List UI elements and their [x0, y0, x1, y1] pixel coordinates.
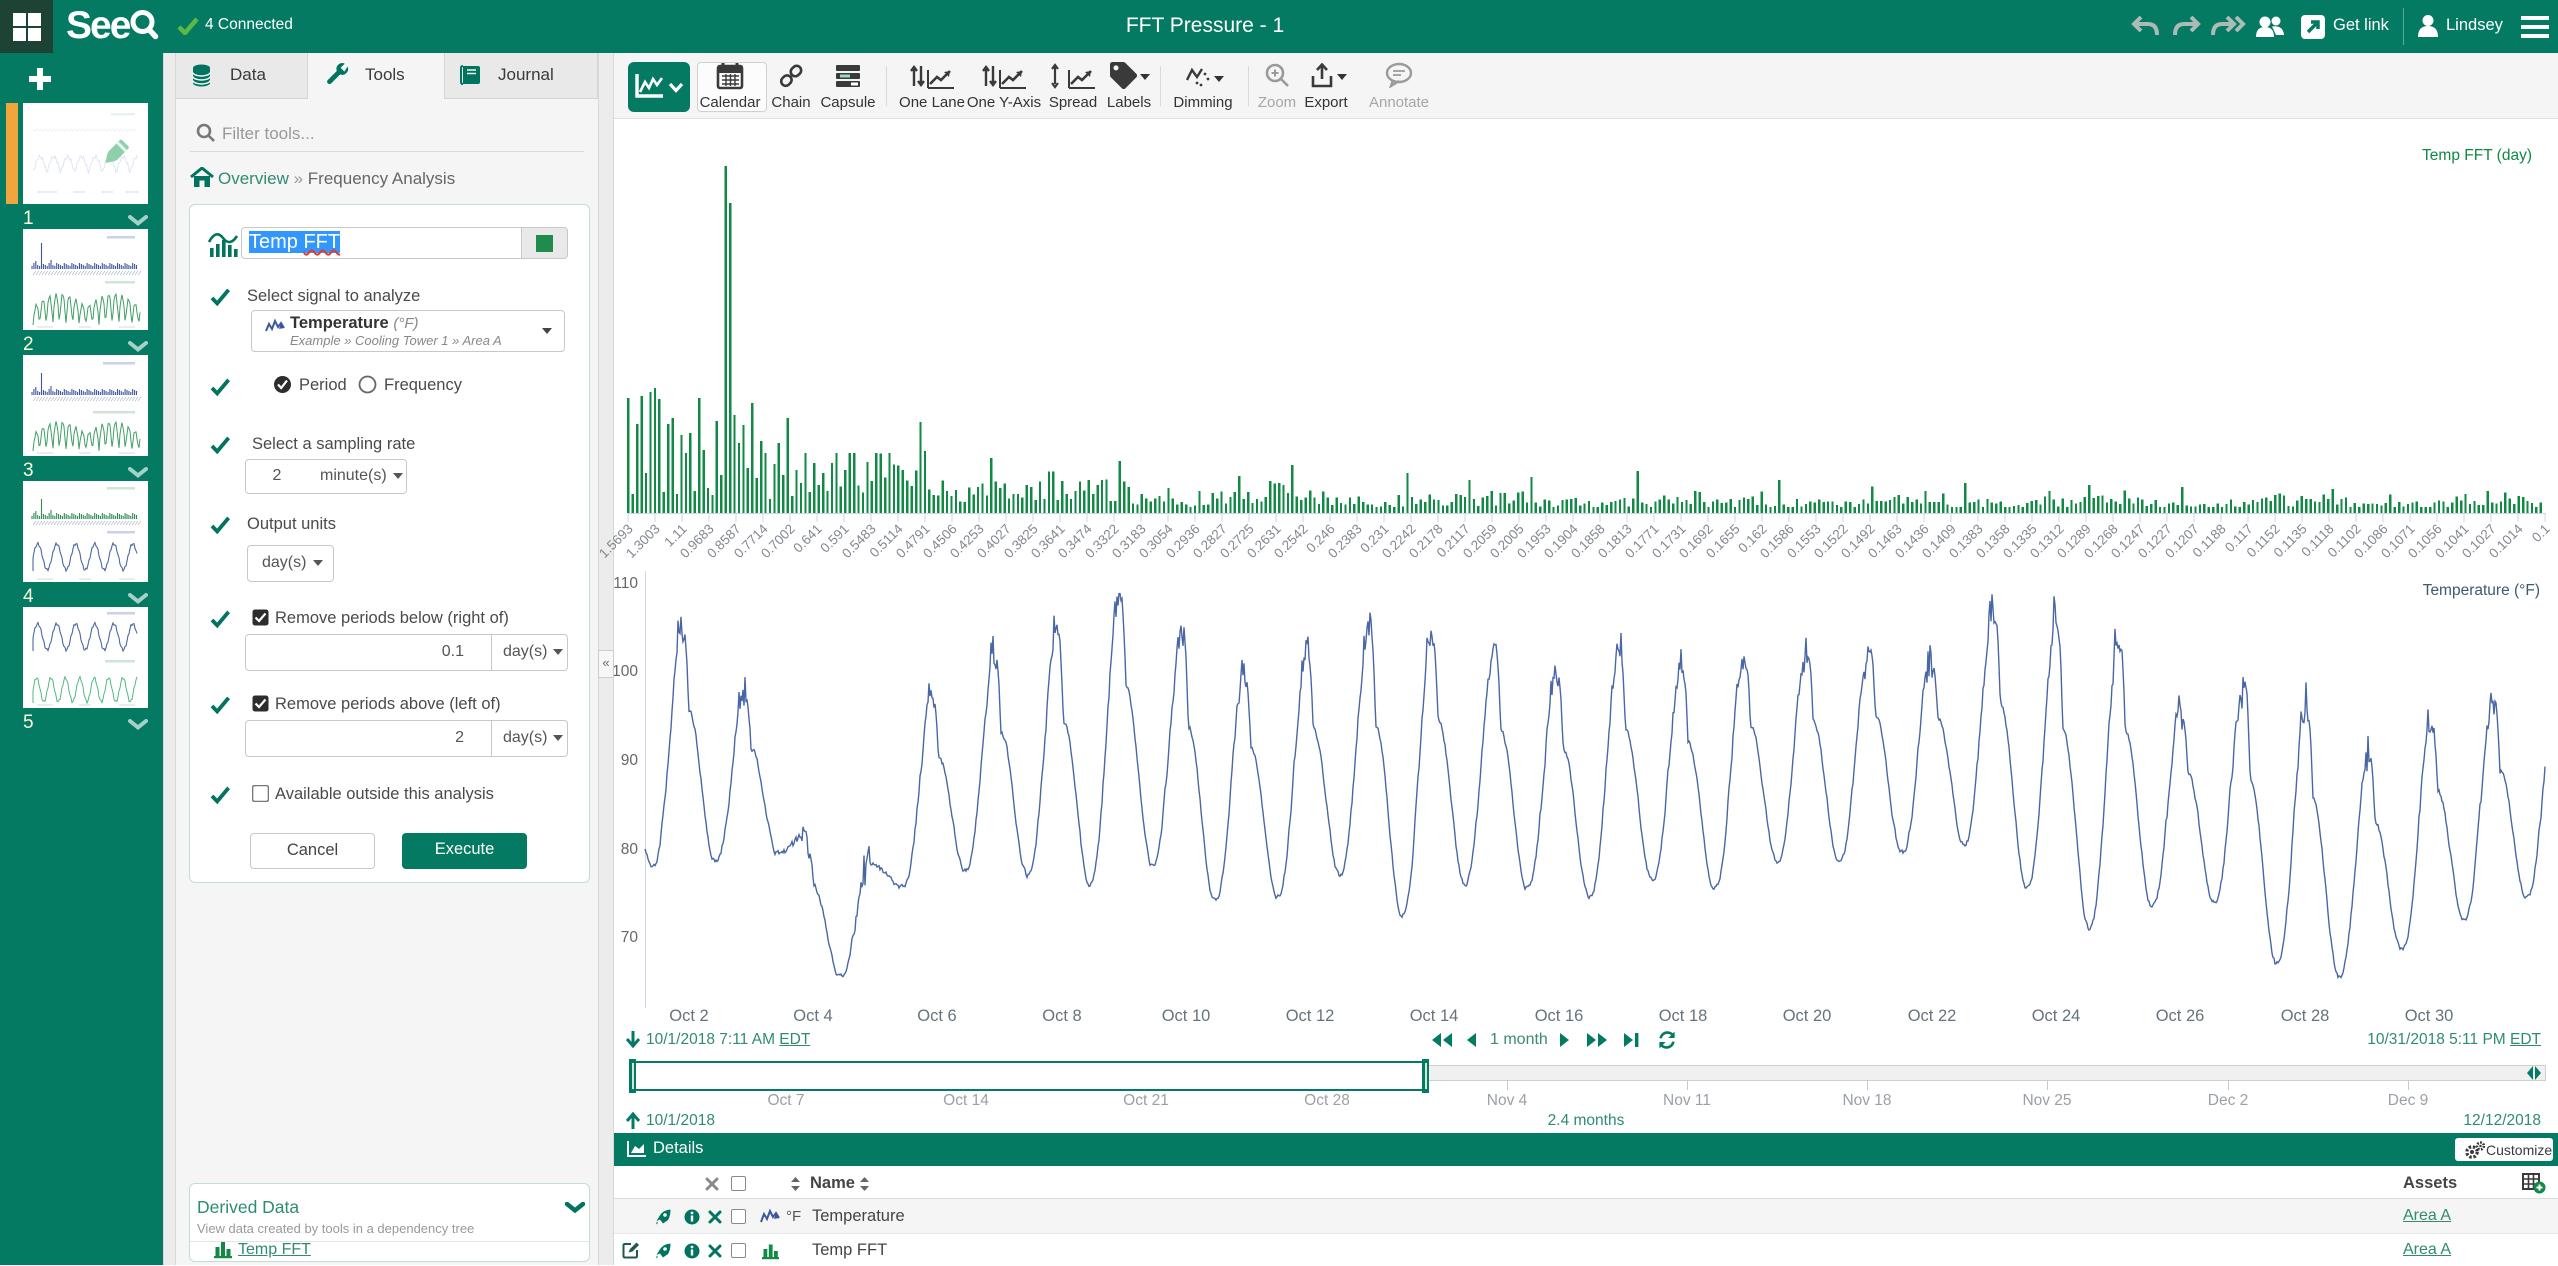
svg-text:Oct 18: Oct 18: [1659, 1007, 1708, 1025]
svg-text:Oct 10: Oct 10: [1162, 1007, 1211, 1025]
svg-text:Oct 14: Oct 14: [1410, 1007, 1459, 1025]
svg-text:Oct 26: Oct 26: [2156, 1007, 2205, 1025]
svg-text:Oct 22: Oct 22: [1908, 1007, 1957, 1025]
svg-text:Oct 6: Oct 6: [917, 1007, 956, 1025]
svg-text:90: 90: [621, 752, 639, 769]
svg-text:110: 110: [613, 575, 638, 592]
svg-text:100: 100: [612, 663, 638, 680]
svg-text:Oct 8: Oct 8: [1042, 1007, 1081, 1025]
svg-text:Oct 2: Oct 2: [669, 1007, 708, 1025]
svg-text:Temperature (°F): Temperature (°F): [2423, 582, 2540, 599]
svg-text:70: 70: [621, 929, 639, 946]
svg-text:Oct 28: Oct 28: [2281, 1007, 2330, 1025]
svg-text:Oct 16: Oct 16: [1535, 1007, 1584, 1025]
svg-text:Oct 20: Oct 20: [1783, 1007, 1832, 1025]
svg-text:Oct 4: Oct 4: [793, 1007, 832, 1025]
svg-text:Oct 12: Oct 12: [1286, 1007, 1335, 1025]
svg-text:80: 80: [621, 841, 639, 858]
svg-text:Oct 30: Oct 30: [2405, 1007, 2454, 1025]
svg-text:Oct 24: Oct 24: [2032, 1007, 2081, 1025]
